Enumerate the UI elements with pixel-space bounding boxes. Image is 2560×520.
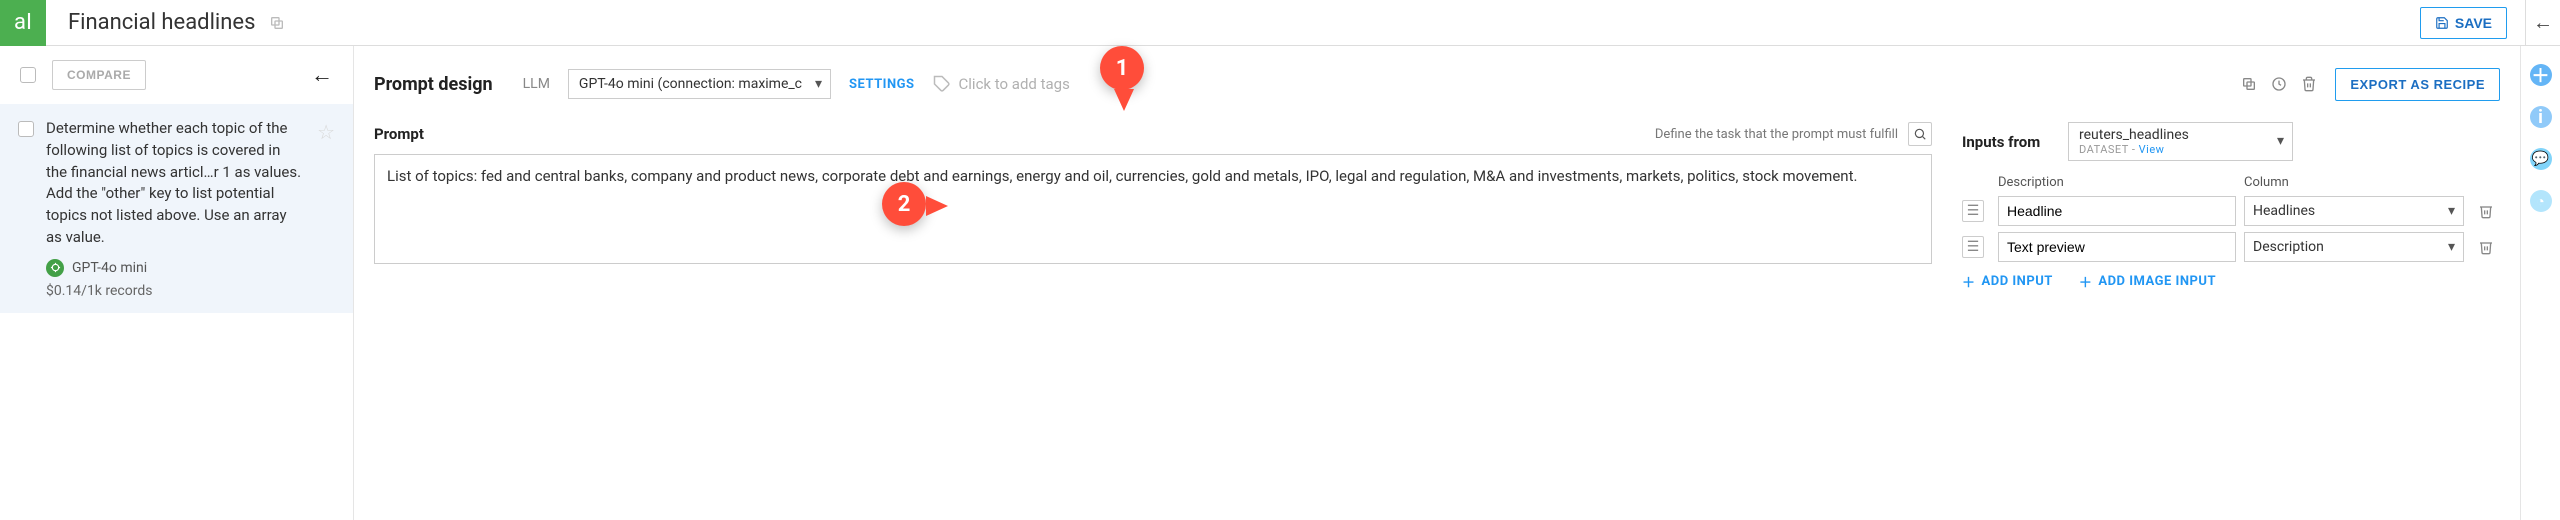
llm-select[interactable]: GPT-4o mini (connection: maxime_c (568, 69, 831, 99)
dataset-type: DATASET (2079, 143, 2129, 156)
export-recipe-button[interactable]: EXPORT AS RECIPE (2335, 68, 2500, 101)
card-model: GPT-4o mini (72, 260, 147, 276)
delete-row-icon[interactable] (2472, 203, 2500, 219)
prompt-label: Prompt (374, 125, 424, 143)
rail-add-icon[interactable]: ＋ (2530, 64, 2552, 86)
app-logo[interactable]: aI (0, 0, 46, 46)
prompt-hint: Define the task that the prompt must ful… (1655, 127, 1898, 142)
col-header-column: Column (2244, 175, 2464, 190)
favorite-star-icon[interactable]: ☆ (317, 120, 335, 299)
main-panel: Prompt design LLM GPT-4o mini (connectio… (354, 46, 2520, 520)
model-badge-icon (46, 259, 64, 277)
input-column-select[interactable]: Description (2244, 232, 2464, 262)
plus-icon: ＋ (2079, 272, 2093, 291)
save-button[interactable]: SAVE (2420, 7, 2507, 39)
llm-label: LLM (523, 76, 550, 92)
collapse-panel-icon[interactable]: ← (2526, 10, 2560, 35)
save-icon (2435, 16, 2449, 30)
inspect-prompt-icon[interactable] (1908, 122, 1932, 146)
inputs-from-label: Inputs from (1962, 133, 2052, 151)
add-input-button[interactable]: ＋ ADD INPUT (1962, 272, 2053, 291)
drag-handle-icon[interactable]: ☰ (1962, 200, 1984, 222)
col-header-description: Description (1998, 175, 2236, 190)
prompt-card[interactable]: Determine whether each topic of the foll… (0, 104, 353, 313)
delete-row-icon[interactable] (2472, 239, 2500, 255)
settings-link[interactable]: SETTINGS (849, 77, 915, 92)
tag-icon (933, 75, 951, 93)
history-icon[interactable] (2271, 76, 2287, 92)
rail-history-icon[interactable]: ◔ (2530, 190, 2552, 212)
card-checkbox[interactable] (18, 121, 34, 137)
input-column-select[interactable]: Headlines (2244, 196, 2464, 226)
rail-chat-icon[interactable]: 💬 (2530, 148, 2552, 170)
dataset-select[interactable]: reuters_headlines DATASET - View (2068, 122, 2293, 161)
left-sidebar: COMPARE ← Determine whether each topic o… (0, 46, 354, 520)
add-image-input-button[interactable]: ＋ ADD IMAGE INPUT (2079, 272, 2216, 291)
input-row: ☰ Headlines (1962, 196, 2500, 226)
card-text: Determine whether each topic of the foll… (46, 118, 305, 249)
input-description-field[interactable] (1998, 196, 2236, 226)
plus-icon: ＋ (1962, 272, 1976, 291)
drag-handle-icon[interactable]: ☰ (1962, 236, 1984, 258)
back-arrow-icon[interactable]: ← (311, 62, 333, 88)
compare-button[interactable]: COMPARE (52, 60, 146, 90)
input-description-field[interactable] (1998, 232, 2236, 262)
copy-icon[interactable] (269, 15, 285, 31)
card-cost: $0.14/1k records (46, 283, 305, 299)
input-row: ☰ Description (1962, 232, 2500, 262)
page-title: Financial headlines (68, 10, 255, 35)
rail-info-icon[interactable]: i (2530, 106, 2552, 128)
prompt-textarea[interactable] (374, 154, 1932, 264)
section-title: Prompt design (374, 74, 493, 95)
select-all-checkbox[interactable] (20, 67, 36, 83)
duplicate-icon[interactable] (2241, 76, 2257, 92)
save-label: SAVE (2455, 15, 2492, 31)
right-rail: ＋ i 💬 ◔ (2520, 46, 2560, 520)
delete-icon[interactable] (2301, 76, 2317, 92)
app-header: aI Financial headlines SAVE ← (0, 0, 2560, 46)
dataset-name: reuters_headlines (2079, 127, 2264, 143)
dataset-view-link[interactable]: View (2139, 143, 2165, 156)
tags-placeholder[interactable]: Click to add tags (959, 75, 1070, 93)
